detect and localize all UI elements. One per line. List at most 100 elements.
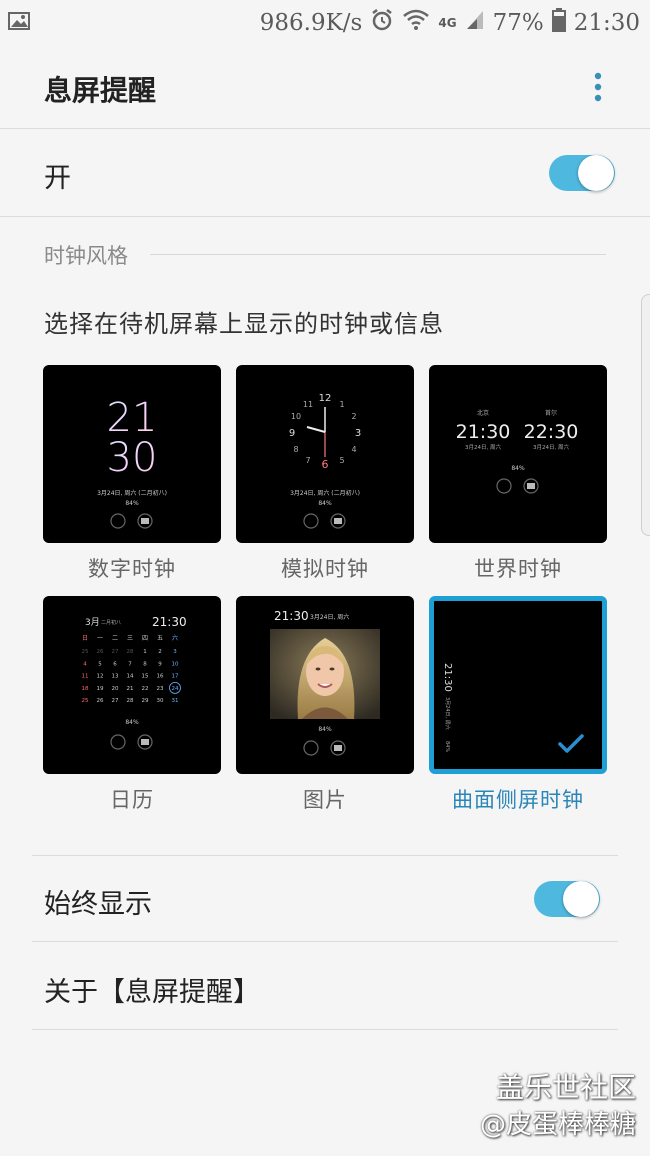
calendar-day: 8 <box>143 661 147 667</box>
photo-time: 21:30 <box>274 609 309 623</box>
analog-date: 3月24日, 周六 (二月初八) <box>290 489 360 497</box>
network-speed: 986.9K/s <box>259 10 363 36</box>
missed-call-icon <box>303 740 319 756</box>
always-on-label: 始终显示 <box>44 889 152 920</box>
status-bar: 986.9K/s 4G 77% 21:30 <box>0 0 650 46</box>
calendar-day: 13 <box>112 674 119 680</box>
calendar-day: 25 <box>82 698 89 704</box>
analog-numeral: 10 <box>291 412 301 421</box>
digital-minute: 30 <box>107 435 158 481</box>
world-right-time: 22:30 <box>524 421 579 443</box>
battery-icon <box>551 8 566 38</box>
calendar-weekday: 二 <box>112 635 118 642</box>
calendar-day: 4 <box>83 661 87 667</box>
style-tile-photo[interactable]: 21:30 3月24日, 周六 84% <box>236 596 414 774</box>
calendar-day: 26 <box>97 649 104 655</box>
style-tile-calendar[interactable]: 3月 二月初八 21:30 84% 日一二三四五六 25 26 27 28 1 2 3 4 5 6 7… <box>43 596 221 774</box>
master-switch-row[interactable]: 开 <box>0 130 650 217</box>
style-label-edge-clock: 曲面侧屏时钟 <box>452 788 584 812</box>
calendar-day: 5 <box>98 661 102 667</box>
calendar-day: 14 <box>127 674 134 680</box>
photo-battery: 84% <box>318 726 332 733</box>
edge-panel-handle[interactable] <box>641 294 650 536</box>
missed-call-icon <box>110 734 126 750</box>
calendar-day: 21 <box>127 686 134 692</box>
master-switch-label: 开 <box>44 163 71 194</box>
world-left-date: 3月24日, 周六 <box>465 443 501 451</box>
calendar-day: 27 <box>112 698 119 704</box>
world-left-time: 21:30 <box>456 421 511 443</box>
analog-battery: 84% <box>318 500 332 507</box>
analog-numeral: 6 <box>322 458 329 471</box>
calendar-day: 6 <box>113 661 117 667</box>
analog-numeral: 2 <box>351 412 356 421</box>
calendar-weekday: 日 <box>82 635 88 642</box>
calendar-day: 23 <box>157 686 164 692</box>
style-tile-edge-clock[interactable]: 21:30 3月24日, 周六 84% <box>429 596 607 774</box>
analog-numeral: 5 <box>339 456 344 465</box>
missed-call-icon <box>496 478 512 494</box>
more-options-icon[interactable] <box>586 70 610 106</box>
clock-time: 21:30 <box>573 10 640 36</box>
calendar-weekday: 三 <box>127 635 133 642</box>
style-label-digital: 数字时钟 <box>88 557 176 581</box>
analog-numeral: 9 <box>289 428 295 439</box>
world-left-city: 北京 <box>477 409 489 417</box>
network-type: 4G <box>438 16 457 30</box>
analog-numeral: 3 <box>355 428 361 439</box>
divider <box>32 941 618 942</box>
hour-hand <box>306 426 326 433</box>
calendar-day: 31 <box>172 698 179 704</box>
world-right-city: 首尔 <box>545 409 557 417</box>
world-battery: 84% <box>511 465 525 472</box>
toggle-knob <box>578 155 614 191</box>
calendar-month: 3月 <box>85 617 100 628</box>
calendar-day: 11 <box>82 674 89 680</box>
gallery-icon <box>8 12 30 34</box>
signal-icon <box>465 9 485 37</box>
digital-date: 3月24日, 周六 (二月初八) <box>97 489 167 497</box>
calendar-day: 7 <box>128 661 132 667</box>
missed-call-icon <box>110 513 126 529</box>
analog-numeral: 7 <box>305 456 310 465</box>
calendar-weekday: 四 <box>142 635 148 642</box>
analog-numeral: 12 <box>319 393 332 404</box>
style-tile-analog[interactable]: 12 3 6 9 1 2 4 5 7 8 10 11 3月24日, 周六 (二月… <box>236 365 414 543</box>
analog-numeral: 8 <box>293 445 298 454</box>
calendar-day: 19 <box>97 686 104 692</box>
selected-check-icon <box>558 734 584 753</box>
calendar-battery: 84% <box>125 719 139 726</box>
calendar-day: 9 <box>158 661 162 667</box>
calendar-day: 3 <box>173 649 177 655</box>
calendar-day: 17 <box>172 674 179 680</box>
calendar-day: 20 <box>112 686 119 692</box>
alarm-icon <box>370 8 394 38</box>
photo-date: 3月24日, 周六 <box>310 613 349 621</box>
calendar-day: 10 <box>172 661 179 667</box>
calendar-day: 29 <box>142 698 149 704</box>
calendar-day: 30 <box>157 698 164 704</box>
about-item[interactable]: 关于【息屏提醒】 <box>44 970 260 1009</box>
calendar-day: 18 <box>82 686 89 692</box>
style-tile-world[interactable]: 北京 21:30 3月24日, 周六 首尔 22:30 3月24日, 周六 84… <box>429 365 607 543</box>
section-description: 选择在待机屏幕上显示的时钟或信息 <box>44 310 444 338</box>
wallpaper-photo <box>270 629 380 719</box>
analog-numeral: 11 <box>303 400 313 409</box>
calendar-day: 12 <box>97 674 104 680</box>
master-toggle[interactable] <box>549 155 615 191</box>
always-on-toggle[interactable] <box>534 881 600 917</box>
style-tile-digital[interactable]: 21 30 3月24日, 周六 (二月初八) 84% <box>43 365 221 543</box>
calendar-day: 28 <box>127 649 134 655</box>
style-label-world: 世界时钟 <box>474 557 562 581</box>
calendar-weekday: 五 <box>157 635 163 642</box>
calendar-day: 25 <box>82 649 89 655</box>
battery-level: 77% <box>492 10 544 36</box>
watermark-community: 盖乐世社区 <box>495 1071 636 1104</box>
analog-numeral: 1 <box>339 400 344 409</box>
calendar-day: 26 <box>97 698 104 704</box>
style-label-calendar: 日历 <box>110 788 154 812</box>
edge-date: 3月24日, 周六 <box>444 697 451 730</box>
calendar-day: 22 <box>142 686 149 692</box>
calendar-weekday: 一 <box>97 635 103 642</box>
calendar-day: 15 <box>142 674 149 680</box>
